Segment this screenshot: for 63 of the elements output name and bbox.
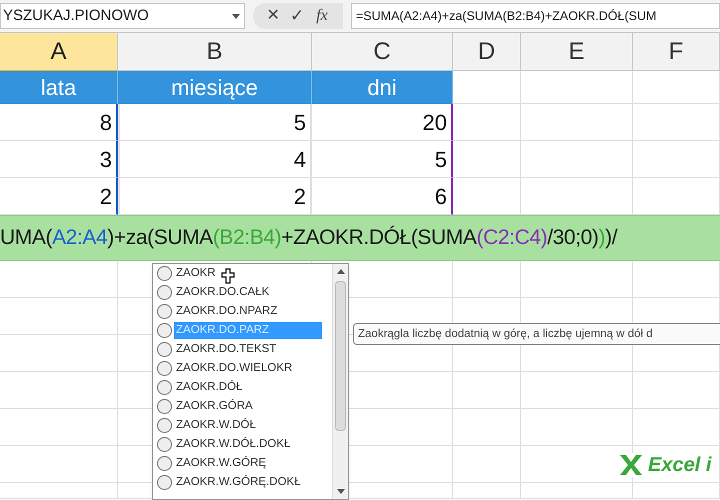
table-cell: 5 xyxy=(118,104,312,141)
header-cell: miesiące xyxy=(118,71,312,104)
name-box-text: YSZUKAJ.PIONOWO xyxy=(2,6,149,26)
empty-cell xyxy=(453,104,521,141)
table-cell: 3 xyxy=(0,141,118,178)
column-header[interactable]: C xyxy=(312,33,453,71)
empty-cell xyxy=(453,446,521,483)
logo-icon xyxy=(618,453,644,477)
cancel-button[interactable]: ✕ xyxy=(265,4,281,28)
function-icon xyxy=(157,266,172,281)
cursor-icon xyxy=(221,268,235,284)
function-icon xyxy=(157,399,172,414)
autocomplete-item[interactable]: ZAOKR.DO.NPARZ xyxy=(174,302,280,320)
function-icon xyxy=(157,380,172,395)
autocomplete-item[interactable]: ZAOKR.DO.TEKST xyxy=(174,340,278,358)
scroll-thumb[interactable] xyxy=(335,281,346,431)
formula-text: UMA(A2:A4)+za(SUMA(B2:B4)+ZAOKR.DÓŁ(SUMA(C2:C4)/30;0)))/ xyxy=(0,224,618,252)
function-icon xyxy=(157,475,172,490)
column-header[interactable]: A xyxy=(0,33,118,71)
function-icon xyxy=(157,418,172,433)
function-tooltip: Zaokrągla liczbę dodatnią w górę, a liczbę ujemną w dół d xyxy=(353,323,720,345)
scroll-up-icon[interactable] xyxy=(336,269,344,274)
empty-cell xyxy=(453,372,521,409)
insert-function-button[interactable]: fx xyxy=(313,4,331,28)
caret-icon[interactable] xyxy=(232,14,240,18)
autocomplete-item[interactable]: ZAOKR.W.GÓRĘ.DOKŁ xyxy=(174,474,303,492)
function-icon xyxy=(157,456,172,471)
autocomplete-item[interactable]: ZAOKR.W.DÓŁ xyxy=(174,416,258,434)
autocomplete-list[interactable]: ZAOKR ZAOKR.DO.CAŁK ZAOKR.DO.NPARZ ZAOKR.DO.PARZ ZAOKR.DO.TEKST ZAOKR.DO.WIELOKR ZAOKR.DÓŁ ZAOKR.GÓRA ZAOKR.W.DÓŁ ZAOKR.W.DÓŁ.DOKŁ ZAOKR.W.GÓRĘ ZAOKR.W.GÓRĘ.DOKŁ xyxy=(152,263,349,500)
header-cell: dni xyxy=(312,71,453,104)
table-cell: 4 xyxy=(118,141,312,178)
column-header[interactable]: E xyxy=(521,33,633,71)
name-box[interactable]: YSZUKAJ.PIONOWO xyxy=(0,3,245,29)
empty-cell xyxy=(453,141,521,178)
scrollbar[interactable] xyxy=(332,264,348,499)
autocomplete-item[interactable]: ZAOKR.DO.WIELOKR xyxy=(174,360,294,378)
formula-field[interactable]: =SUMA(A2:A4)+za(SUMA(B2:B4)+ZAOKR.DÓŁ(SUM xyxy=(351,3,720,29)
autocomplete-item[interactable]: ZAOKR.DÓŁ xyxy=(174,378,244,396)
function-icon xyxy=(157,361,172,376)
cell-editor[interactable]: UMA(A2:A4)+za(SUMA(B2:B4)+ZAOKR.DÓŁ(SUMA(C2:C4)/30;0)))/ xyxy=(0,215,720,261)
table-cell: 5 xyxy=(312,141,453,178)
autocomplete-item[interactable]: ZAOKR.W.GÓRĘ xyxy=(174,454,268,472)
function-icon xyxy=(157,342,172,357)
autocomplete-item[interactable]: ZAOKR.DO.CAŁK xyxy=(174,284,272,302)
column-header[interactable]: B xyxy=(118,33,312,71)
scroll-down-icon[interactable] xyxy=(336,489,344,494)
autocomplete-item[interactable]: ZAOKR.W.DÓŁ.DOKŁ xyxy=(174,436,292,454)
enter-button[interactable]: ✓ xyxy=(289,3,305,29)
column-header[interactable]: D xyxy=(453,33,521,71)
function-icon xyxy=(157,437,172,452)
empty-cell xyxy=(453,483,521,499)
autocomplete-item[interactable]: ZAOKR.GÓRA xyxy=(174,398,255,416)
logo-text: Excel i xyxy=(648,455,713,475)
formula-text: =SUMA(A2:A4)+za(SUMA(B2:B4)+ZAOKR.DÓŁ(SUM xyxy=(356,8,656,25)
empty-cell xyxy=(453,409,521,446)
function-icon xyxy=(157,323,172,338)
table-cell: 20 xyxy=(312,104,453,141)
table-cell: 8 xyxy=(0,104,118,141)
function-icon xyxy=(157,285,172,300)
header-cell: lata xyxy=(0,71,118,104)
autocomplete-item[interactable]: ZAOKR xyxy=(174,264,218,282)
column-header[interactable]: F xyxy=(633,33,720,71)
function-icon xyxy=(157,304,172,319)
